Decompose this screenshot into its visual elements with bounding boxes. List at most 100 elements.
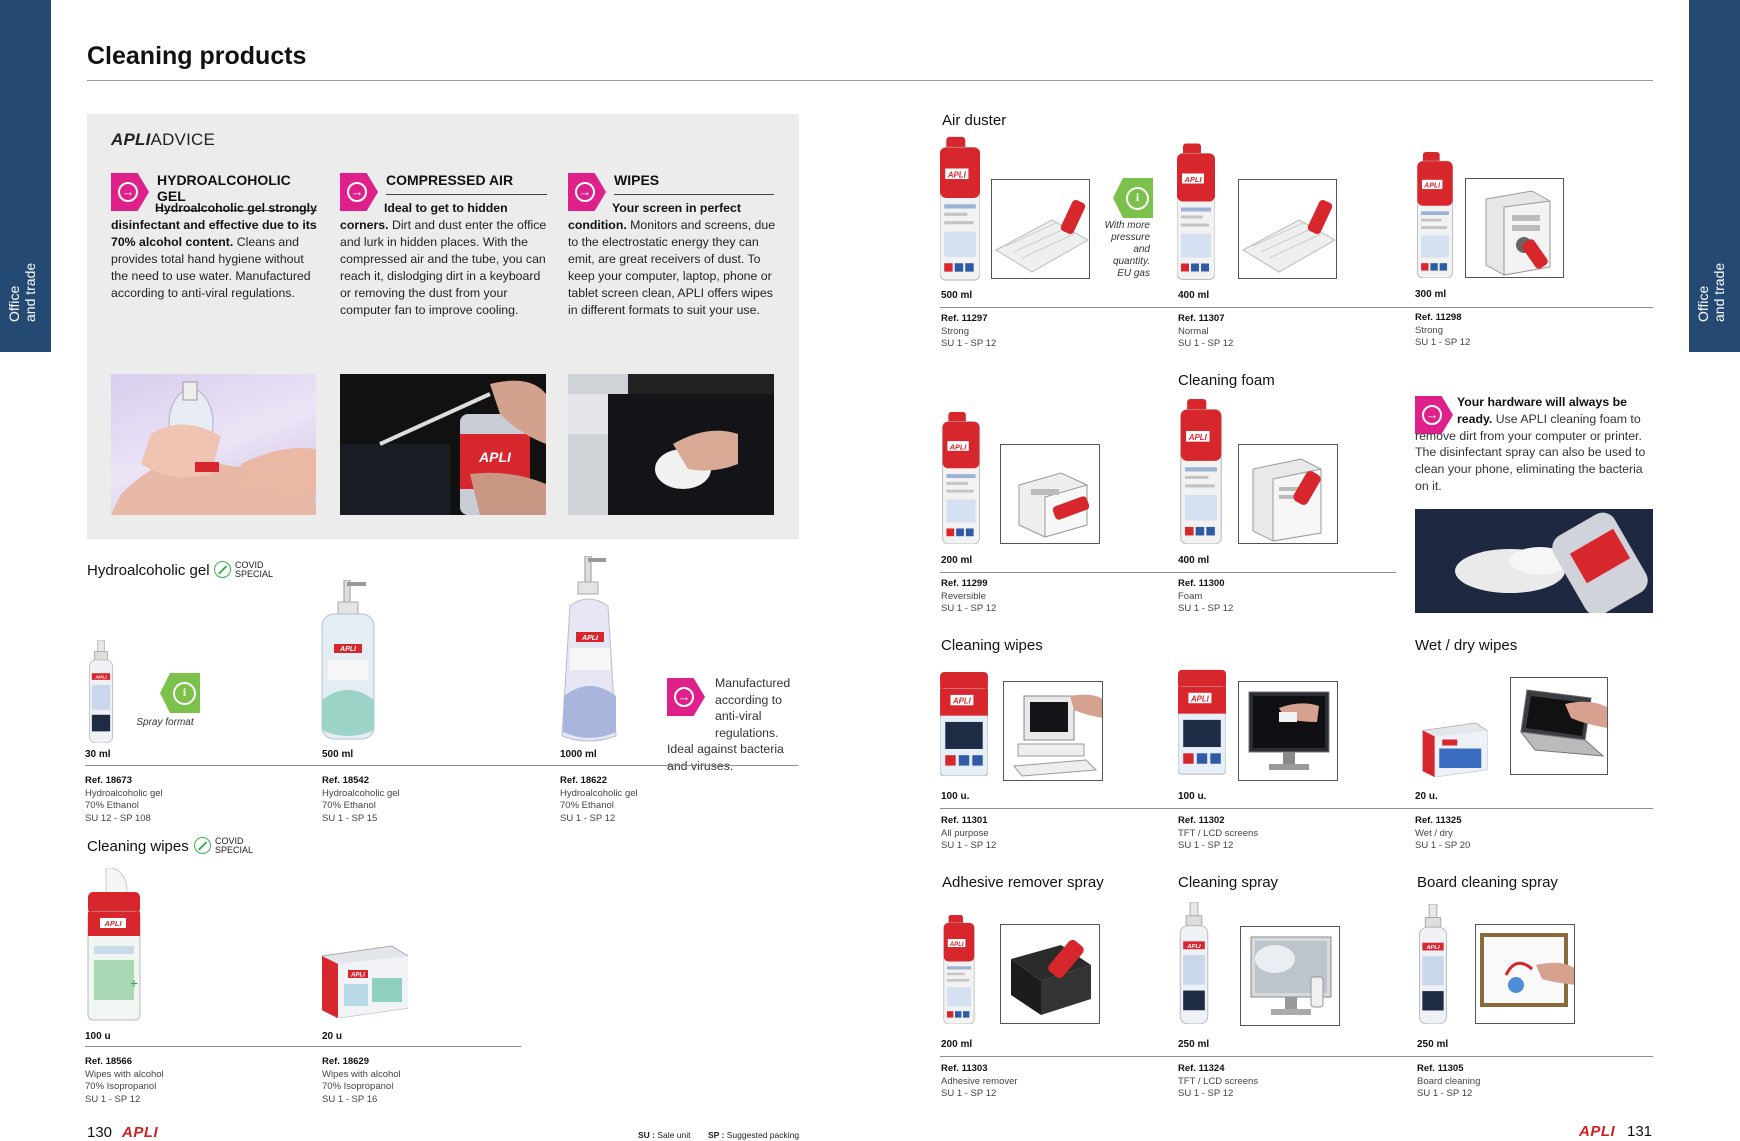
ref-line: Wipes with alcohol	[322, 1068, 401, 1080]
side-tab-line1: Office	[6, 285, 22, 322]
legend-sp-label: SP :	[708, 1130, 725, 1140]
side-tab-line1: Office	[1695, 285, 1711, 322]
pc-tower-spray-image	[1465, 178, 1564, 278]
ref-line: SU 1 - SP 15	[322, 812, 378, 824]
ref-number: Ref. 11298	[1415, 312, 1462, 323]
product-ref-11305: Ref. 11305 Board cleaning SU 1 - SP 12	[1417, 1063, 1480, 1101]
ref-number: Ref. 18673	[85, 775, 133, 786]
wet-dry-wipes-title: Wet / dry wipes	[1415, 637, 1518, 654]
gel-30ml-product-image	[88, 640, 114, 743]
page-number-left: 130	[87, 1124, 113, 1141]
spray-format-note: Spray format	[136, 717, 194, 728]
hand-gel-photo	[111, 374, 316, 515]
ref-line: SU 1 - SP 16	[322, 1093, 378, 1105]
page-title: Cleaning products	[87, 42, 307, 70]
wipes-screen-photo	[568, 374, 774, 515]
cleaning-spray-bottle	[1179, 902, 1209, 1024]
product-volume: 200 ml	[941, 555, 973, 566]
covid-line2: SPECIAL	[235, 569, 274, 579]
divider	[940, 572, 1396, 573]
ref-line: Adhesive remover	[941, 1075, 1018, 1087]
ref-line: All purpose	[941, 827, 989, 839]
apli-logo: APLI	[122, 1124, 159, 1141]
advice-logo-word: ADVICE	[150, 130, 216, 149]
legend-sp: SP : Suggested packing	[708, 1130, 799, 1140]
ref-number: Ref. 11302	[1178, 815, 1225, 826]
advice-text-wipes: Your screen in perfect condition. Monito…	[568, 200, 776, 319]
ref-line: SU 1 - SP 12	[1178, 338, 1234, 349]
ref-line: 70% Ethanol	[322, 800, 376, 811]
ref-line: Wipes with alcohol	[85, 1068, 164, 1080]
air-duster-500ml-can	[940, 136, 980, 281]
ref-line: 70% Ethanol	[85, 800, 139, 811]
ref-line: SU 1 - SP 20	[1415, 840, 1471, 851]
page-number-right: 131	[1627, 1123, 1653, 1140]
cleaning-wipes-title: Cleaning wipes	[941, 637, 1043, 654]
product-ref-18673: Ref. 18673 Hydroalcoholic gel 70% Ethanol S…	[85, 775, 163, 825]
side-tab-line2: and trade	[22, 262, 38, 322]
product-volume: 30 ml	[85, 749, 111, 760]
ref-line: Strong	[1415, 324, 1443, 336]
svg-text:+: +	[130, 975, 138, 991]
product-volume: 100 u.	[941, 791, 970, 802]
hardware-tip: Your hardware will always be ready. Use …	[1415, 394, 1655, 495]
board-cleaning-spray-bottle	[1418, 904, 1448, 1024]
product-ref-11303: Ref. 11303 Adhesive remover SU 1 - SP 12	[941, 1063, 1018, 1101]
ref-line: Wet / dry	[1415, 827, 1453, 839]
ref-line: SU 1 - SP 12	[1417, 1088, 1473, 1099]
ref-line: 70% Isopropanol	[322, 1081, 394, 1092]
product-ref-18629: Ref. 18629 Wipes with alcohol 70% Isopropa…	[322, 1056, 401, 1106]
advice-body-air: Dirt and dust enter the office and lurk …	[340, 218, 547, 317]
product-volume: 400 ml	[1178, 290, 1210, 301]
adhesive-remover-can	[943, 915, 975, 1024]
foam-cleaning-photo	[1415, 509, 1653, 613]
advice-text-gel: Hydroalcoholic gel strongly disinfectant…	[111, 200, 317, 302]
ref-number: Ref. 11303	[941, 1063, 988, 1074]
keyboard-spray-image	[1238, 179, 1337, 279]
product-ref-18622: Ref. 18622 Hydroalcoholic gel 70% Ethanol S…	[560, 775, 638, 825]
ref-number: Ref. 18566	[85, 1056, 133, 1067]
product-volume: 200 ml	[941, 1039, 973, 1050]
svg-text:APLI: APLI	[581, 635, 599, 642]
ref-line: Hydroalcoholic gel	[85, 787, 163, 799]
ref-number: Ref. 11299	[941, 578, 988, 589]
advice-text-air: Ideal to get to hidden corners. Dirt and…	[340, 200, 548, 319]
ref-line: SU 1 - SP 12	[941, 338, 997, 349]
covid-icon	[194, 837, 211, 854]
wet-dry-wipes-box	[1422, 722, 1488, 777]
covid-icon	[214, 561, 231, 578]
info-icon	[160, 673, 200, 713]
product-volume: 400 ml	[1178, 555, 1210, 566]
divider	[85, 765, 798, 766]
product-volume: 250 ml	[1417, 1039, 1449, 1050]
laptop-cleaning-image	[1510, 677, 1608, 775]
product-volume: 500 ml	[941, 290, 973, 301]
tft-screen-cleaning-image	[1238, 681, 1338, 781]
advice-logo: APLIADVICE	[111, 130, 215, 150]
adhesive-remover-title: Adhesive remover spray	[942, 874, 1104, 891]
product-ref-11324: Ref. 11324 TFT / LCD screens SU 1 - SP 12	[1178, 1063, 1258, 1101]
manufactured-note: Manufactured according to anti-viral reg…	[667, 675, 797, 774]
divider	[940, 808, 1653, 809]
ref-number: Ref. 11324	[1178, 1063, 1225, 1074]
ref-line: 70% Isopropanol	[85, 1081, 157, 1092]
monitor-spray-image	[1240, 926, 1340, 1026]
covid-line2: SPECIAL	[215, 845, 254, 855]
product-ref-11302: Ref. 11302 TFT / LCD screens SU 1 - SP 12	[1178, 815, 1258, 853]
ref-line: 70% Ethanol	[560, 800, 614, 811]
wipes-tub-all-purpose	[940, 672, 988, 776]
product-volume: 20 u	[322, 1031, 343, 1042]
wipes-section-title: Cleaning wipes	[87, 838, 189, 855]
ref-number: Ref. 18629	[322, 1056, 370, 1067]
side-tab-label: Office and trade	[1695, 242, 1727, 322]
apli-logo: APLI	[1579, 1123, 1616, 1140]
ref-line: Board cleaning	[1417, 1075, 1481, 1087]
cleaning-foam-title: Cleaning foam	[1178, 372, 1275, 389]
ref-number: Ref. 11325	[1415, 815, 1462, 826]
ref-line: SU 1 - SP 12	[1178, 603, 1234, 614]
product-ref-11301: Ref. 11301 All purpose SU 1 - SP 12	[941, 815, 996, 853]
product-volume: 20 u.	[1415, 791, 1438, 802]
ref-line: TFT / LCD screens	[1178, 1075, 1259, 1087]
ref-line: SU 1 - SP 12	[941, 1088, 997, 1099]
advice-heading-wipes: WIPES	[614, 172, 774, 195]
